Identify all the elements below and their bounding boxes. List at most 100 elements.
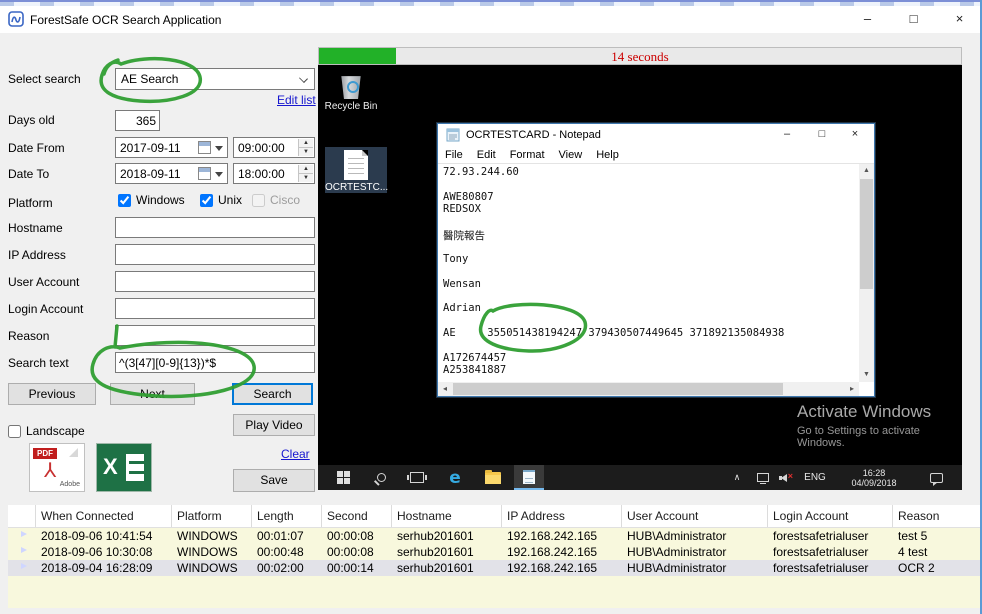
menu-file: File (438, 147, 470, 163)
scroll-up-icon: ▲ (859, 164, 874, 178)
calendar-icon (198, 167, 211, 180)
edit-list-link[interactable]: Edit list (277, 93, 316, 107)
column-header[interactable]: User Account (622, 505, 768, 527)
results-table: When Connected Platform Length Second Ho… (8, 505, 982, 608)
checkbox-landscape[interactable] (8, 425, 21, 438)
video-progress-bar[interactable]: 14 seconds (318, 47, 962, 65)
cell-login-account: forestsafetrialuser (768, 560, 893, 576)
time-to-input[interactable]: 18:00:00 ▲ ▼ (233, 163, 315, 184)
clear-link[interactable]: Clear (281, 447, 310, 461)
tray-date: 04/09/2018 (851, 478, 896, 488)
pdf-logo-glyph: ⅄ (44, 458, 56, 483)
days-old-input[interactable] (115, 110, 160, 131)
cell-platform: WINDOWS (172, 544, 252, 560)
pdf-adobe-label: Adobe (60, 481, 80, 488)
notepad-minimize-icon: – (770, 124, 804, 146)
notepad-vertical-scrollbar: ▲ ▼ (859, 164, 874, 382)
spin-down-icon[interactable]: ▼ (299, 147, 313, 156)
notepad-text-area: 72.93.244.60 AWE80807 REDSOX 醫院報告 Tony W… (439, 164, 859, 382)
search-text-input[interactable] (115, 352, 315, 373)
app-window: ForestSafe OCR Search Application – □ × … (0, 0, 982, 614)
window-title: ForestSafe OCR Search Application (30, 13, 221, 27)
notepad-line (443, 216, 859, 228)
hostname-input[interactable] (115, 217, 315, 238)
time-to-value: 18:00:00 (238, 167, 285, 181)
platform-cisco-checkbox: Cisco (252, 193, 300, 207)
cell-second: 00:00:08 (322, 544, 392, 560)
menu-help: Help (589, 147, 626, 163)
export-pdf-button[interactable]: PDF ⅄ Adobe (29, 443, 85, 492)
user-account-input[interactable] (115, 271, 315, 292)
column-header[interactable]: IP Address (502, 505, 622, 527)
text-file-icon (344, 150, 368, 180)
spin-up-icon[interactable]: ▲ (299, 139, 313, 147)
cell-when-connected: 2018-09-06 10:30:08 (36, 544, 172, 560)
table-row[interactable]: 2018-09-06 10:41:54 WINDOWS 00:01:07 00:… (8, 528, 982, 544)
landscape-label: Landscape (26, 424, 85, 438)
tray-chevron-icon: ∧ (728, 465, 746, 490)
notepad-line (443, 178, 859, 190)
time-from-input[interactable]: 09:00:00 ▲ ▼ (233, 137, 315, 158)
column-header[interactable]: When Connected (36, 505, 172, 527)
date-from-picker[interactable]: 2017-09-11 (115, 137, 228, 158)
notepad-icon (446, 128, 460, 142)
column-icon-header[interactable] (8, 505, 36, 527)
reason-label: Reason (8, 329, 49, 343)
notepad-titlebar: OCRTESTCARD - Notepad – □ × (438, 124, 874, 147)
checkbox-windows-label: Windows (136, 193, 185, 207)
spin-up-icon[interactable]: ▲ (299, 165, 313, 173)
date-to-value: 2018-09-11 (120, 167, 181, 181)
checkbox-unix[interactable] (200, 194, 213, 207)
column-header[interactable]: Platform (172, 505, 252, 527)
chevron-down-icon (215, 146, 223, 151)
landscape-checkbox[interactable]: Landscape (8, 424, 85, 438)
login-account-input[interactable] (115, 298, 315, 319)
table-row[interactable]: 2018-09-06 10:30:08 WINDOWS 00:00:48 00:… (8, 544, 982, 560)
cell-user-account: HUB\Administrator (622, 528, 768, 544)
ip-address-input[interactable] (115, 244, 315, 265)
maximize-button[interactable]: □ (891, 6, 936, 33)
cell-reason: 4 test (893, 544, 982, 560)
scrollbar-thumb (453, 383, 783, 395)
cell-length: 00:01:07 (252, 528, 322, 544)
notepad-menubar: File Edit Format View Help (438, 147, 874, 164)
column-header[interactable]: Second (322, 505, 392, 527)
time-to-spinner[interactable]: ▲ ▼ (298, 165, 313, 182)
cell-hostname: serhub201601 (392, 528, 502, 544)
next-button[interactable]: Next (110, 383, 195, 405)
select-search-dropdown[interactable]: AE Search (115, 68, 315, 90)
platform-windows-checkbox[interactable]: Windows (118, 193, 185, 207)
notepad-line (443, 290, 859, 302)
close-button[interactable]: × (937, 6, 982, 33)
save-button[interactable]: Save (233, 469, 315, 492)
notepad-line: 醫院報告 (443, 228, 859, 240)
days-old-label: Days old (8, 113, 55, 127)
play-video-button[interactable]: Play Video (233, 414, 315, 436)
column-header[interactable]: Length (252, 505, 322, 527)
hostname-label: Hostname (8, 221, 63, 235)
search-button[interactable]: Search (232, 383, 313, 405)
table-row[interactable]: 2018-09-04 16:28:09 WINDOWS 00:02:00 00:… (8, 560, 982, 576)
reason-input[interactable] (115, 325, 315, 346)
column-header[interactable]: Login Account (768, 505, 893, 527)
date-to-picker[interactable]: 2018-09-11 (115, 163, 228, 184)
cell-ip-address: 192.168.242.165 (502, 544, 622, 560)
excel-icon: X (103, 454, 118, 480)
time-from-spinner[interactable]: ▲ ▼ (298, 139, 313, 156)
titlebar: ForestSafe OCR Search Application – □ × (0, 6, 982, 33)
export-excel-button[interactable]: X (96, 443, 152, 492)
column-header[interactable]: Reason (893, 505, 982, 527)
notepad-line: Wensan (443, 278, 859, 290)
app-icon (8, 11, 24, 27)
cell-platform: WINDOWS (172, 528, 252, 544)
cell-platform: WINDOWS (172, 560, 252, 576)
previous-button[interactable]: Previous (8, 383, 96, 405)
column-header[interactable]: Hostname (392, 505, 502, 527)
spin-down-icon[interactable]: ▼ (299, 173, 313, 182)
platform-label: Platform (8, 196, 53, 210)
checkbox-windows[interactable] (118, 194, 131, 207)
notepad-maximize-icon: □ (805, 124, 839, 146)
minimize-button[interactable]: – (845, 6, 890, 33)
platform-unix-checkbox[interactable]: Unix (200, 193, 242, 207)
time-from-value: 09:00:00 (238, 141, 285, 155)
